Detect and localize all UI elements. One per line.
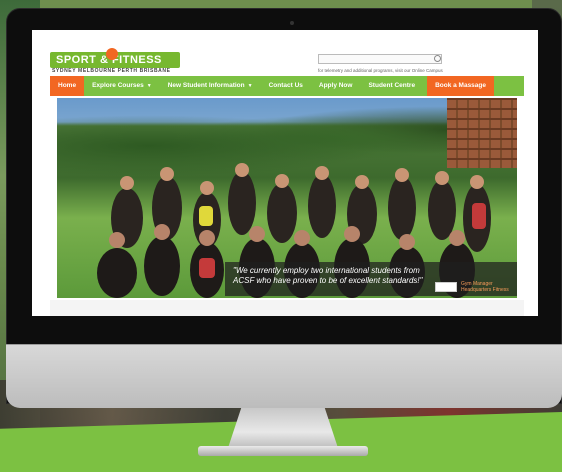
nav-item-label: Student Centre bbox=[368, 82, 416, 89]
employer-logo bbox=[435, 282, 457, 292]
main-nav: Home Explore Courses ▼ New Student Inform… bbox=[50, 76, 524, 96]
logo-cities: SYDNEY MELBOURNE PERTH BRISBANE bbox=[52, 68, 171, 74]
chevron-down-icon: ▼ bbox=[247, 83, 253, 89]
monitor-screen: SPORT & FITNESS SYDNEY MELBOURNE PERTH B… bbox=[32, 30, 538, 316]
cta-label: Book a Massage bbox=[435, 82, 486, 89]
chevron-down-icon: ▼ bbox=[146, 83, 152, 89]
nav-item-label: Apply Now bbox=[318, 82, 353, 89]
monitor-stand-base bbox=[198, 446, 368, 456]
testimonial-author: Gym Manager Headquarters Fitness bbox=[461, 281, 509, 293]
nav-item-label: Explore Courses bbox=[92, 82, 144, 89]
nav-item-student-centre[interactable]: Student Centre bbox=[360, 76, 423, 96]
site-header: SPORT & FITNESS SYDNEY MELBOURNE PERTH B… bbox=[32, 30, 538, 76]
nav-item-apply-now[interactable]: Apply Now bbox=[311, 76, 361, 96]
nav-item-new-student-information[interactable]: New Student Information ▼ bbox=[160, 76, 261, 96]
nav-item-home[interactable]: Home bbox=[50, 76, 85, 96]
testimonial-quote: "We currently employ two international s… bbox=[233, 266, 423, 285]
camera-dot bbox=[290, 21, 294, 25]
nav-item-label: Home bbox=[58, 82, 77, 89]
header-tagline: for telemetry and additional programs, v… bbox=[318, 68, 443, 73]
logo-ball-icon bbox=[106, 48, 118, 60]
nav-item-label: Contact Us bbox=[268, 82, 303, 89]
nav-item-contact-us[interactable]: Contact Us bbox=[261, 76, 311, 96]
search-icon[interactable] bbox=[434, 55, 441, 62]
monitor-stand bbox=[228, 408, 338, 448]
nav-item-explore-courses[interactable]: Explore Courses ▼ bbox=[84, 76, 160, 96]
monitor-chin bbox=[6, 344, 562, 408]
book-a-massage-button[interactable]: Book a Massage bbox=[427, 76, 494, 96]
hero-banner: "We currently employ two international s… bbox=[57, 98, 517, 298]
author-company: Headquarters Fitness bbox=[461, 287, 509, 293]
testimonial-caption: "We currently employ two international s… bbox=[225, 262, 517, 296]
search-input[interactable] bbox=[318, 54, 442, 64]
nav-item-label: New Student Information bbox=[167, 82, 245, 89]
page-footer-strip bbox=[50, 300, 524, 316]
